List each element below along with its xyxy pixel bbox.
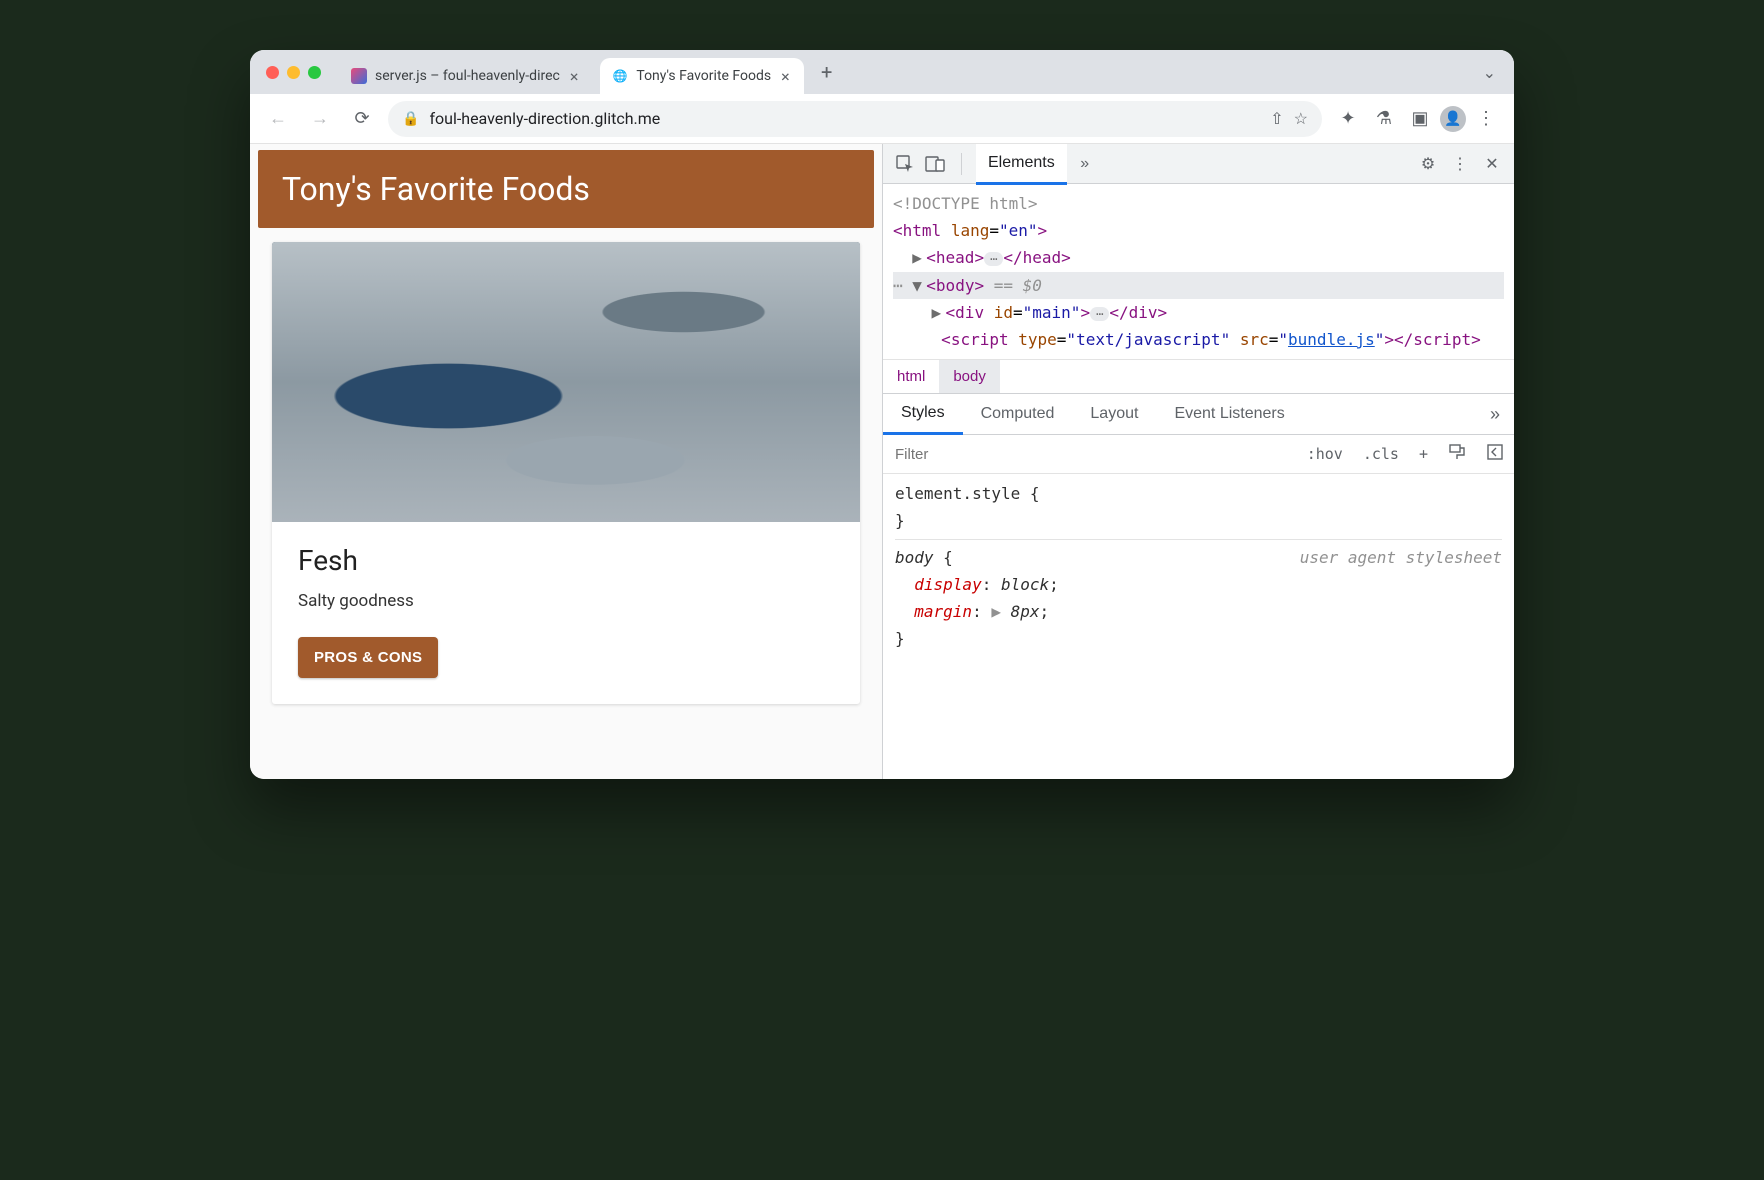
rule-source: user agent stylesheet bbox=[1300, 544, 1502, 571]
bookmark-star-icon[interactable]: ☆ bbox=[1294, 109, 1308, 128]
paint-icon[interactable] bbox=[1438, 435, 1476, 473]
elements-tree[interactable]: <!DOCTYPE html> <html lang="en"> ▶<head>… bbox=[883, 184, 1514, 359]
devtools-close-icon[interactable]: ✕ bbox=[1480, 152, 1504, 176]
tab-event-listeners[interactable]: Event Listeners bbox=[1156, 395, 1302, 433]
tab-label: Tony's Favorite Foods bbox=[636, 68, 771, 84]
globe-favicon-icon: 🌐 bbox=[612, 68, 628, 84]
styles-toolbar: :hov .cls + bbox=[883, 435, 1514, 474]
hov-toggle[interactable]: :hov bbox=[1297, 437, 1353, 471]
breadcrumb-html[interactable]: html bbox=[883, 360, 939, 393]
content-area: Tony's Favorite Foods Fesh Salty goodnes… bbox=[250, 144, 1514, 779]
styles-rules[interactable]: element.style {} user agent stylesheet b… bbox=[883, 474, 1514, 779]
cls-toggle[interactable]: .cls bbox=[1353, 437, 1409, 471]
url-text: foul-heavenly-direction.glitch.me bbox=[429, 109, 1260, 128]
devtools-settings-icon[interactable]: ⚙ bbox=[1416, 152, 1440, 176]
tab-list-chevron-icon[interactable]: ⌄ bbox=[1475, 63, 1504, 82]
styles-tabs-more-icon[interactable]: » bbox=[1476, 404, 1514, 425]
tab-label: server.js – foul-heavenly-direc bbox=[375, 68, 560, 84]
extensions-icon[interactable]: ✦ bbox=[1332, 103, 1364, 135]
share-icon[interactable]: ⇧ bbox=[1270, 109, 1283, 128]
lock-icon: 🔒 bbox=[402, 111, 419, 127]
tab-computed[interactable]: Computed bbox=[963, 395, 1073, 433]
chrome-menu-icon[interactable]: ⋮ bbox=[1470, 103, 1502, 135]
computed-sidebar-icon[interactable] bbox=[1476, 435, 1514, 473]
pros-cons-button[interactable]: PROS & CONS bbox=[298, 637, 438, 678]
food-card: Fesh Salty goodness PROS & CONS bbox=[272, 242, 860, 704]
element-style-rule[interactable]: element.style {} bbox=[895, 480, 1502, 534]
window-controls bbox=[266, 66, 321, 79]
script-node[interactable]: <script type="text/javascript" src="bund… bbox=[893, 326, 1504, 353]
styles-subpanel-tabs: Styles Computed Layout Event Listeners » bbox=[883, 394, 1514, 435]
breadcrumb-body[interactable]: body bbox=[939, 360, 1000, 393]
address-bar[interactable]: 🔒 foul-heavenly-direction.glitch.me ⇧ ☆ bbox=[388, 101, 1322, 137]
styles-filter-input[interactable] bbox=[883, 438, 1297, 471]
glitch-favicon-icon bbox=[351, 68, 367, 84]
rendered-page: Tony's Favorite Foods Fesh Salty goodnes… bbox=[250, 144, 882, 779]
side-panel-icon[interactable]: ▣ bbox=[1404, 103, 1436, 135]
reload-button[interactable]: ⟳ bbox=[346, 103, 378, 135]
back-button[interactable]: ← bbox=[262, 103, 294, 135]
tab-layout[interactable]: Layout bbox=[1072, 395, 1156, 433]
devtools-tab-elements[interactable]: Elements bbox=[976, 144, 1067, 185]
new-tab-button[interactable]: + bbox=[812, 57, 842, 87]
doctype-node: <!DOCTYPE html> bbox=[893, 190, 1504, 217]
div-main-node[interactable]: ▶<div id="main">⋯</div> bbox=[893, 299, 1504, 326]
html-open-node[interactable]: <html lang="en"> bbox=[893, 217, 1504, 244]
devtools-kebab-icon[interactable]: ⋮ bbox=[1448, 152, 1472, 176]
food-image bbox=[272, 242, 860, 522]
body-node-selected[interactable]: ⋯ ▼<body> == $0 bbox=[893, 272, 1504, 299]
devtools-tabs-more-icon[interactable]: » bbox=[1073, 152, 1097, 176]
new-style-rule-button[interactable]: + bbox=[1409, 437, 1438, 471]
tab-strip: server.js – foul-heavenly-direc × 🌐 Tony… bbox=[250, 50, 1514, 94]
devtools-panel: Elements » ⚙ ⋮ ✕ <!DOCTYPE html> <html l… bbox=[882, 144, 1514, 779]
close-tab-icon[interactable]: × bbox=[779, 67, 792, 86]
food-card-title: Fesh bbox=[298, 544, 834, 577]
elements-breadcrumb: html body bbox=[883, 359, 1514, 394]
tab-glitch-editor[interactable]: server.js – foul-heavenly-direc × bbox=[339, 58, 592, 94]
close-tab-icon[interactable]: × bbox=[568, 67, 581, 86]
food-card-subtitle: Salty goodness bbox=[298, 591, 834, 611]
device-toolbar-icon[interactable] bbox=[923, 152, 947, 176]
maximize-window-button[interactable] bbox=[308, 66, 321, 79]
labs-icon[interactable]: ⚗ bbox=[1368, 103, 1400, 135]
tab-styles[interactable]: Styles bbox=[883, 394, 963, 435]
body-rule[interactable]: user agent stylesheet body { display: bl… bbox=[895, 539, 1502, 653]
close-window-button[interactable] bbox=[266, 66, 279, 79]
minimize-window-button[interactable] bbox=[287, 66, 300, 79]
browser-toolbar: ← → ⟳ 🔒 foul-heavenly-direction.glitch.m… bbox=[250, 94, 1514, 144]
page-title: Tony's Favorite Foods bbox=[258, 150, 874, 228]
head-node[interactable]: ▶<head>⋯</head> bbox=[893, 244, 1504, 271]
profile-avatar[interactable]: 👤 bbox=[1440, 106, 1466, 132]
browser-window: server.js – foul-heavenly-direc × 🌐 Tony… bbox=[250, 50, 1514, 779]
devtools-toolbar: Elements » ⚙ ⋮ ✕ bbox=[883, 144, 1514, 184]
forward-button[interactable]: → bbox=[304, 103, 336, 135]
inspect-element-icon[interactable] bbox=[893, 152, 917, 176]
tab-tonys-foods[interactable]: 🌐 Tony's Favorite Foods × bbox=[600, 58, 803, 94]
